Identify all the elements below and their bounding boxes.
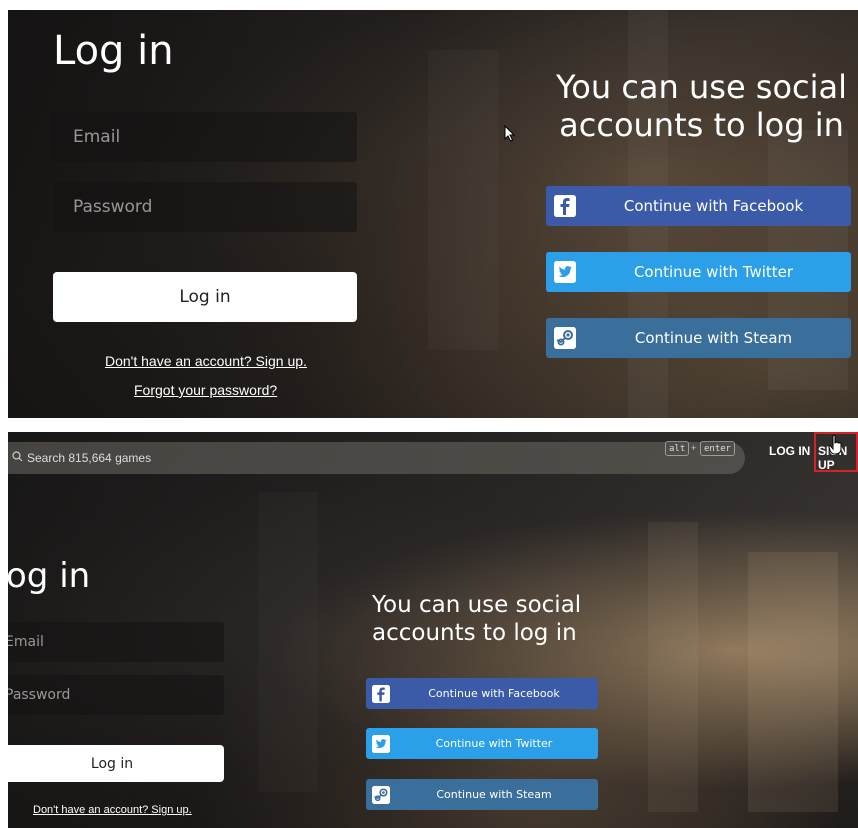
continue-facebook-button[interactable]: Continue with Facebook [546,186,851,226]
page-title: og in [8,556,91,596]
login-button[interactable]: Log in [8,745,224,782]
social-login-title: You can use social accounts to log in [556,68,848,145]
search-icon [12,451,23,465]
email-field[interactable]: Email [8,622,224,662]
page-title: Log in [53,28,174,74]
email-field[interactable]: Email [53,112,357,162]
password-field[interactable]: Password [53,182,357,232]
signup-link[interactable]: Don't have an account? Sign up. [105,353,307,369]
forgot-password-link[interactable]: Forgot your password? [134,382,277,398]
continue-twitter-button[interactable]: Continue with Twitter [546,252,851,292]
shortcut-plus: + [691,443,697,453]
search-input: Search 815,664 games [27,451,152,465]
search-bar[interactable]: Search 815,664 games [8,442,745,474]
facebook-icon [554,195,576,217]
shortcut-key-enter: enter [700,441,736,456]
login-panel-top: Log in Email Password Log in Don't have … [8,10,858,418]
continue-facebook-button[interactable]: Continue with Facebook [366,678,598,709]
login-button[interactable]: Log in [53,272,357,322]
twitter-icon [554,261,576,283]
header-login-link[interactable]: LOG IN [769,444,810,458]
twitter-icon [372,734,390,753]
steam-icon [554,327,576,349]
login-panel-bottom: Search 815,664 games alt + enter LOG IN … [8,432,858,828]
password-field[interactable]: Password [8,675,224,715]
continue-steam-button[interactable]: Continue with Steam [546,318,851,358]
facebook-icon [372,684,390,703]
signup-link[interactable]: Don't have an account? Sign up. [33,804,192,816]
continue-steam-button[interactable]: Continue with Steam [366,779,598,810]
shortcut-key-alt: alt [665,441,690,456]
continue-twitter-button[interactable]: Continue with Twitter [366,728,598,759]
social-login-title: You can use social accounts to log in [372,592,582,646]
steam-icon [372,785,390,804]
